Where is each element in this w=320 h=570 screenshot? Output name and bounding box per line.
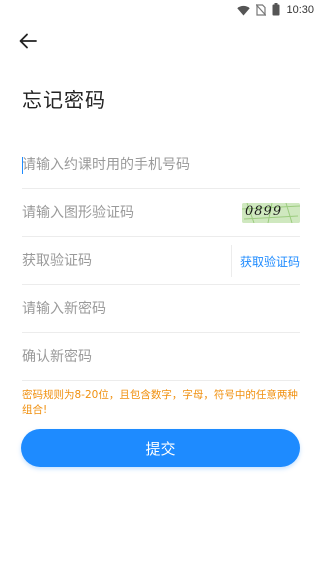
new-password-input[interactable] [22,285,300,332]
password-rule-hint: 密码规则为8-20位，且包含数字，字母，符号中的任意两种组合! [22,389,298,416]
sms-code-input[interactable] [22,237,222,284]
wifi-icon [237,1,251,20]
battery-icon [272,1,280,20]
forgot-password-form: 0899 获取验证码 [22,141,300,381]
status-bar: 10:30 [0,0,320,20]
no-sim-icon [256,1,267,20]
captcha-input[interactable] [22,189,232,236]
phone-input[interactable] [22,141,300,188]
captcha-row: 0899 [22,189,300,237]
captcha-text: 0899 [245,204,283,219]
captcha-image[interactable]: 0899 [242,203,300,223]
new-password-row [22,285,300,333]
confirm-password-row [22,333,300,381]
text-caret [22,157,23,174]
confirm-password-input[interactable] [22,333,300,380]
divider [231,245,232,277]
sms-code-row: 获取验证码 [22,237,300,285]
phone-row [22,141,300,189]
arrow-left-icon [19,33,37,53]
back-button[interactable] [16,31,40,55]
status-time: 10:30 [286,4,314,16]
submit-button[interactable]: 提交 [21,429,300,467]
page-title: 忘记密码 [22,88,106,112]
status-icons: 10:30 [237,2,314,18]
get-sms-code-button[interactable]: 获取验证码 [240,237,300,285]
